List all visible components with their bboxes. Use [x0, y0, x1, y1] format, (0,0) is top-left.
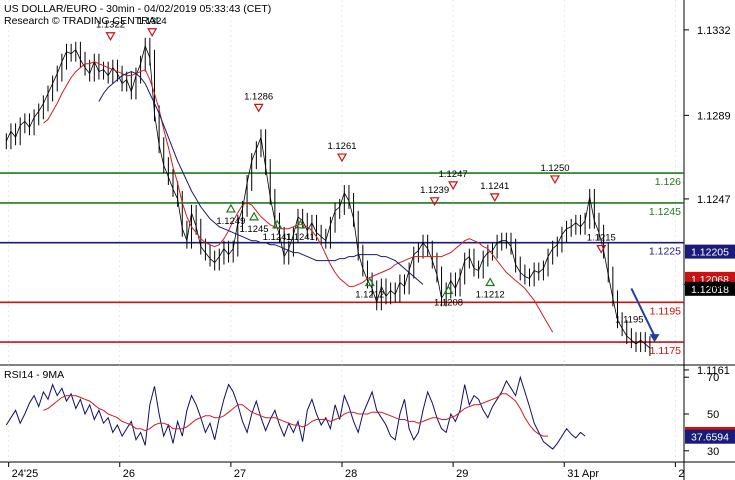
low-label: 1.1212 — [355, 290, 384, 301]
chart: 1.1261.12451.12251.11951.1175 1.1322 1.13… — [0, 0, 735, 480]
high-label: 1.1241 — [480, 181, 509, 192]
low-label: 1.1241 — [286, 232, 315, 243]
x-tick-label: 2 — [678, 468, 684, 480]
chart-credit: Research © TRADING CENTRAL — [4, 15, 162, 27]
y-tick-label: 1.1332 — [697, 25, 731, 37]
high-label: 1.1286 — [244, 91, 273, 102]
high-label: 1.1261 — [327, 141, 356, 152]
rsi-y-tick-label: 50 — [707, 409, 719, 421]
high-label: 1.1239 — [420, 185, 449, 196]
target-label: 1.1195 — [615, 314, 643, 325]
high-label: 1.1247 — [439, 169, 468, 180]
level-label: 1.1175 — [650, 345, 681, 357]
high-label: 1.1250 — [540, 163, 569, 174]
y-tick-label: 1.1247 — [697, 194, 731, 206]
x-tick-label: 24'25 — [12, 468, 39, 480]
x-tick-label: 28 — [345, 468, 357, 480]
high-label: 1.1215 — [587, 233, 616, 244]
level-label: 1.1195 — [650, 305, 681, 317]
rsi-tag-label: 37.6594 — [691, 432, 729, 444]
level-label: 1.1225 — [649, 246, 681, 258]
rsi-y-tick-label: 70 — [707, 372, 719, 384]
level-label: 1.126 — [655, 176, 681, 188]
low-label: 1.1212 — [476, 290, 505, 301]
rsi-title: RSI14 - 9MA — [4, 369, 64, 381]
x-tick-label: 26 — [123, 468, 135, 480]
y-tick-label: 1.1204 — [697, 279, 731, 291]
low-label: 1.1208 — [434, 297, 463, 308]
level-label: 1.1245 — [649, 206, 681, 218]
chart-title: US DOLLAR/EURO - 30min - 04/02/2019 05:3… — [4, 3, 271, 15]
x-tick-label: 29 — [456, 468, 468, 480]
price-tag-label: 1.12205 — [691, 247, 729, 259]
rsi-y-tick-label: 30 — [707, 446, 719, 458]
y-tick-label: 1.1289 — [697, 110, 731, 122]
x-tick-label: 31 Apr — [567, 468, 599, 480]
x-tick-label: 27 — [234, 468, 246, 480]
